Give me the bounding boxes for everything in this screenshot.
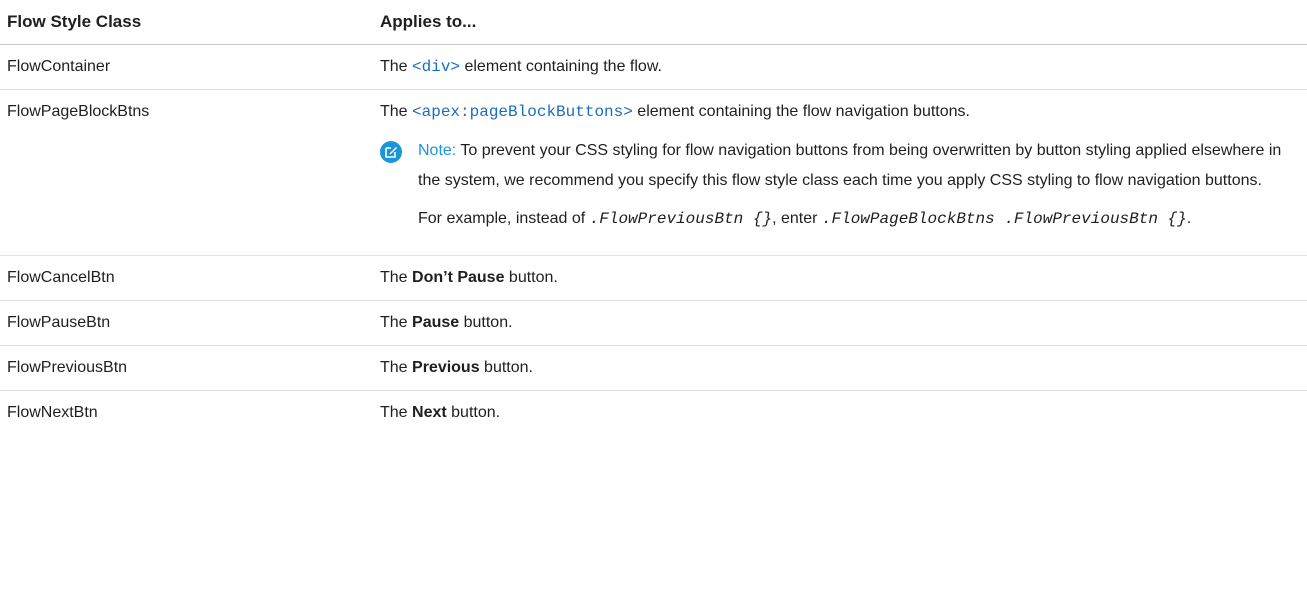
- text-prefix: The: [380, 269, 413, 286]
- class-name-cell: FlowPreviousBtn: [0, 345, 380, 391]
- text-suffix: element containing the flow.: [460, 58, 662, 75]
- class-name-cell: FlowContainer: [0, 44, 380, 90]
- table-row: FlowPreviousBtn The Previous button.: [0, 345, 1307, 391]
- edit-note-icon: [380, 141, 402, 163]
- text-prefix: The: [380, 359, 413, 376]
- header-flow-style-class: Flow Style Class: [0, 0, 380, 45]
- example-prefix: For example, instead of: [418, 210, 590, 227]
- text-prefix: The: [380, 58, 413, 75]
- example-code-pageblock-previous: .FlowPageBlockBtns .FlowPreviousBtn {}: [821, 210, 1187, 228]
- table-row: FlowCancelBtn The Don’t Pause button.: [0, 255, 1307, 301]
- button-name: Previous: [412, 359, 480, 376]
- applies-to-cell: The Previous button.: [380, 345, 1307, 391]
- table-row: FlowNextBtn The Next button.: [0, 391, 1307, 436]
- table-row: FlowPauseBtn The Pause button.: [0, 300, 1307, 346]
- code-apex-pageblockbuttons[interactable]: <apex:pageBlockButtons>: [412, 103, 633, 121]
- example-text: For example, instead of .FlowPreviousBtn…: [380, 204, 1307, 255]
- applies-to-cell: The Don’t Pause button.: [380, 255, 1307, 301]
- header-applies-to: Applies to...: [380, 0, 1307, 45]
- applies-to-description: The <apex:pageBlockButtons> element cont…: [380, 90, 1307, 134]
- note-block: Note: To prevent your CSS styling for fl…: [380, 136, 1307, 196]
- applies-to-cell: The <div> element containing the flow.: [380, 44, 1307, 90]
- class-name-cell: FlowPauseBtn: [0, 300, 380, 346]
- text-suffix: element containing the flow navigation b…: [632, 103, 970, 120]
- class-name-cell: FlowPageBlockBtns: [0, 89, 380, 256]
- note-text: To prevent your CSS styling for flow nav…: [418, 142, 1282, 189]
- text-prefix: The: [380, 404, 413, 421]
- class-name-cell: FlowNextBtn: [7, 404, 98, 421]
- text-prefix: The: [380, 314, 413, 331]
- note-label: Note:: [418, 142, 457, 159]
- text-suffix: button.: [479, 359, 533, 376]
- example-code-previous: .FlowPreviousBtn {}: [589, 210, 773, 228]
- applies-to-cell: The <apex:pageBlockButtons> element cont…: [380, 89, 1307, 256]
- table-row: FlowPageBlockBtns The <apex:pageBlockBut…: [0, 89, 1307, 256]
- applies-to-cell: The Pause button.: [380, 300, 1307, 346]
- button-name: Next: [412, 404, 447, 421]
- class-name-cell: FlowCancelBtn: [0, 255, 380, 301]
- table-header-row: Flow Style Class Applies to...: [0, 0, 1307, 45]
- table-row: FlowContainer The <div> element containi…: [0, 44, 1307, 90]
- text-suffix: button.: [446, 404, 501, 421]
- applies-to-cell: The Next button.: [380, 391, 1307, 436]
- text-suffix: button.: [459, 314, 513, 331]
- example-end: .: [1186, 210, 1192, 227]
- button-name: Pause: [412, 314, 460, 331]
- button-name: Don’t Pause: [412, 269, 505, 286]
- example-mid: , enter: [772, 210, 822, 227]
- text-prefix: The: [380, 103, 413, 120]
- class-name-text: FlowPageBlockBtns: [7, 103, 150, 120]
- text-suffix: button.: [504, 269, 558, 286]
- code-div-element[interactable]: <div>: [412, 58, 460, 76]
- flow-style-class-table: Flow Style Class Applies to... FlowConta…: [0, 0, 1307, 435]
